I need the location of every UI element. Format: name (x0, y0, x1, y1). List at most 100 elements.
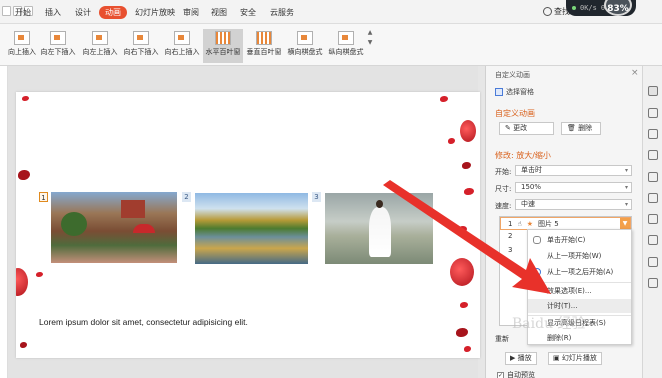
anim-left-down-insert[interactable]: 向左下插入 (38, 29, 78, 63)
reorder-label: 重新 (495, 335, 509, 343)
menu-item-start-after-previous[interactable]: 从上一项之后开始(A) (528, 265, 631, 279)
photo-lake[interactable] (195, 193, 308, 264)
chevron-down-icon[interactable]: ▼ (620, 218, 630, 229)
slide-thumbnails-strip[interactable] (0, 66, 8, 378)
checkerboard-icon (338, 31, 354, 45)
tab-design[interactable]: 设计 (75, 6, 91, 19)
size-label: 尺寸: (495, 185, 512, 193)
dashboard-icon[interactable] (648, 257, 658, 267)
anim-preview-icon (14, 31, 30, 45)
petal-decoration (18, 170, 30, 180)
select-pane-icon (495, 88, 503, 96)
anim-label: 向左下插入 (40, 48, 76, 56)
file-icon[interactable] (2, 6, 11, 16)
anim-left-up-insert[interactable]: 向左上插入 (80, 29, 120, 63)
photo-bride[interactable] (325, 193, 433, 264)
menu-item-label: 从上一项开始(W) (547, 252, 602, 260)
petal-decoration (464, 346, 471, 352)
ribbon-scroll[interactable]: ▲ ▼ (366, 28, 374, 64)
menu-item-effect-options[interactable]: 效果选项(E)... (528, 284, 631, 298)
anim-up-insert[interactable]: 向上插入 (2, 29, 42, 63)
favorite-icon[interactable] (648, 193, 658, 203)
anim-preview-icon (133, 31, 149, 45)
menu-item-timing[interactable]: 计时(T)... (528, 299, 631, 313)
delete-button-label: 删除 (578, 124, 593, 132)
change-button[interactable]: ✎ 更改 (499, 122, 554, 135)
slide-body-text[interactable]: Lorem ipsum dolor sit amet, consectetur … (39, 317, 248, 327)
tab-view[interactable]: 视图 (211, 6, 227, 19)
start-dropdown[interactable]: 单击时 (515, 165, 632, 176)
help-icon[interactable] (648, 278, 658, 288)
tab-slideshow[interactable]: 幻灯片放映 (135, 6, 175, 19)
settings-sliders-icon[interactable] (648, 150, 658, 160)
auto-preview-checkbox[interactable]: ✓ 自动预览 (497, 370, 535, 378)
layers-icon[interactable] (648, 108, 658, 118)
play-button[interactable]: ▶ 播放 (505, 352, 537, 365)
anim-label: 向右上插入 (164, 48, 200, 56)
tab-cloud[interactable]: 云服务 (270, 6, 294, 19)
image-icon[interactable] (648, 172, 658, 182)
anim-right-up-insert[interactable]: 向右上插入 (162, 29, 202, 63)
anim-label: 纵向棋盘式 (328, 48, 364, 56)
anim-label: 向左上插入 (82, 48, 118, 56)
blinds-icon (256, 31, 272, 45)
panel-title[interactable]: 自定义动画 (495, 70, 530, 80)
change-button-label: 更改 (513, 124, 528, 132)
menu-item-start-with-previous[interactable]: 从上一项开始(W) (528, 249, 631, 263)
close-icon[interactable]: × (631, 68, 639, 78)
menu-item-delete[interactable]: 删除(R) (528, 331, 631, 345)
photo-street[interactable] (51, 192, 177, 263)
rose-decoration (450, 258, 474, 286)
watermark: Baidu 经验 (512, 316, 586, 332)
speed-dropdown[interactable]: 中速 (515, 199, 632, 210)
menu-item-label: 单击开始(C) (547, 236, 586, 244)
anim-right-down-insert[interactable]: 向右下插入 (121, 29, 161, 63)
anim-vertical-blinds[interactable]: 垂直百叶窗 (244, 29, 284, 63)
menu-item-start-on-click[interactable]: 单击开始(C) (528, 233, 631, 247)
mouse-icon (533, 236, 541, 244)
share-icon[interactable] (648, 235, 658, 245)
slide[interactable]: 1 2 3 Lorem ipsum dolor sit amet, consec… (16, 92, 480, 358)
start-label: 开始: (495, 168, 512, 176)
anim-horizontal-blinds[interactable]: 水平百叶窗 (203, 29, 243, 63)
delete-button[interactable]: 🗑 删除 (561, 122, 601, 135)
clock-icon (533, 268, 541, 276)
petal-decoration (460, 302, 468, 308)
list-item[interactable]: 2 (508, 232, 512, 240)
tab-review[interactable]: 审阅 (183, 6, 199, 19)
tab-security[interactable]: 安全 (240, 6, 256, 19)
anim-label: 向上插入 (8, 48, 36, 56)
cpu-percent-badge: 83% (604, 0, 632, 16)
rose-decoration (460, 120, 476, 142)
list-item[interactable]: 3 (508, 246, 512, 254)
tab-insert[interactable]: 插入 (45, 6, 61, 19)
upload-speed: 0K/s (580, 4, 597, 12)
anim-vertical-checkerboard[interactable]: 纵向棋盘式 (326, 29, 366, 63)
blinds-icon (215, 31, 231, 45)
petal-decoration (458, 226, 467, 233)
shapes-icon[interactable] (648, 129, 658, 139)
star-icon[interactable] (648, 86, 658, 96)
select-pane-link[interactable]: 选择窗格 (495, 87, 534, 97)
list-item-name: 图片 5 (538, 219, 559, 228)
anim-order-badge[interactable]: 2 (182, 192, 191, 202)
menu-item-label: 效果选项(E)... (547, 287, 592, 295)
tab-home[interactable]: 开始 (15, 6, 31, 19)
anim-horizontal-checkerboard[interactable]: 横向棋盘式 (285, 29, 325, 63)
anim-order-badge[interactable]: 1 (39, 192, 48, 202)
speed-label: 速度: (495, 202, 512, 210)
tab-animation[interactable]: 动画 (99, 6, 127, 19)
box-icon[interactable] (648, 214, 658, 224)
anim-order-badge[interactable]: 3 (312, 192, 321, 202)
menu-divider (528, 282, 631, 283)
chevron-up-icon[interactable]: ▲ (366, 28, 374, 38)
chevron-down-icon[interactable]: ▼ (366, 38, 374, 48)
custom-animation-heading: 自定义动画 (495, 109, 535, 118)
start-value: 单击时 (521, 166, 542, 174)
list-item-number: 1 (508, 219, 513, 228)
photo-detail (369, 200, 391, 257)
slideshow-button[interactable]: ▣ 幻灯片播放 (548, 352, 602, 365)
checkbox-checked-icon: ✓ (497, 371, 504, 378)
anim-label: 横向棋盘式 (287, 48, 323, 56)
size-dropdown[interactable]: 150% (515, 182, 632, 193)
